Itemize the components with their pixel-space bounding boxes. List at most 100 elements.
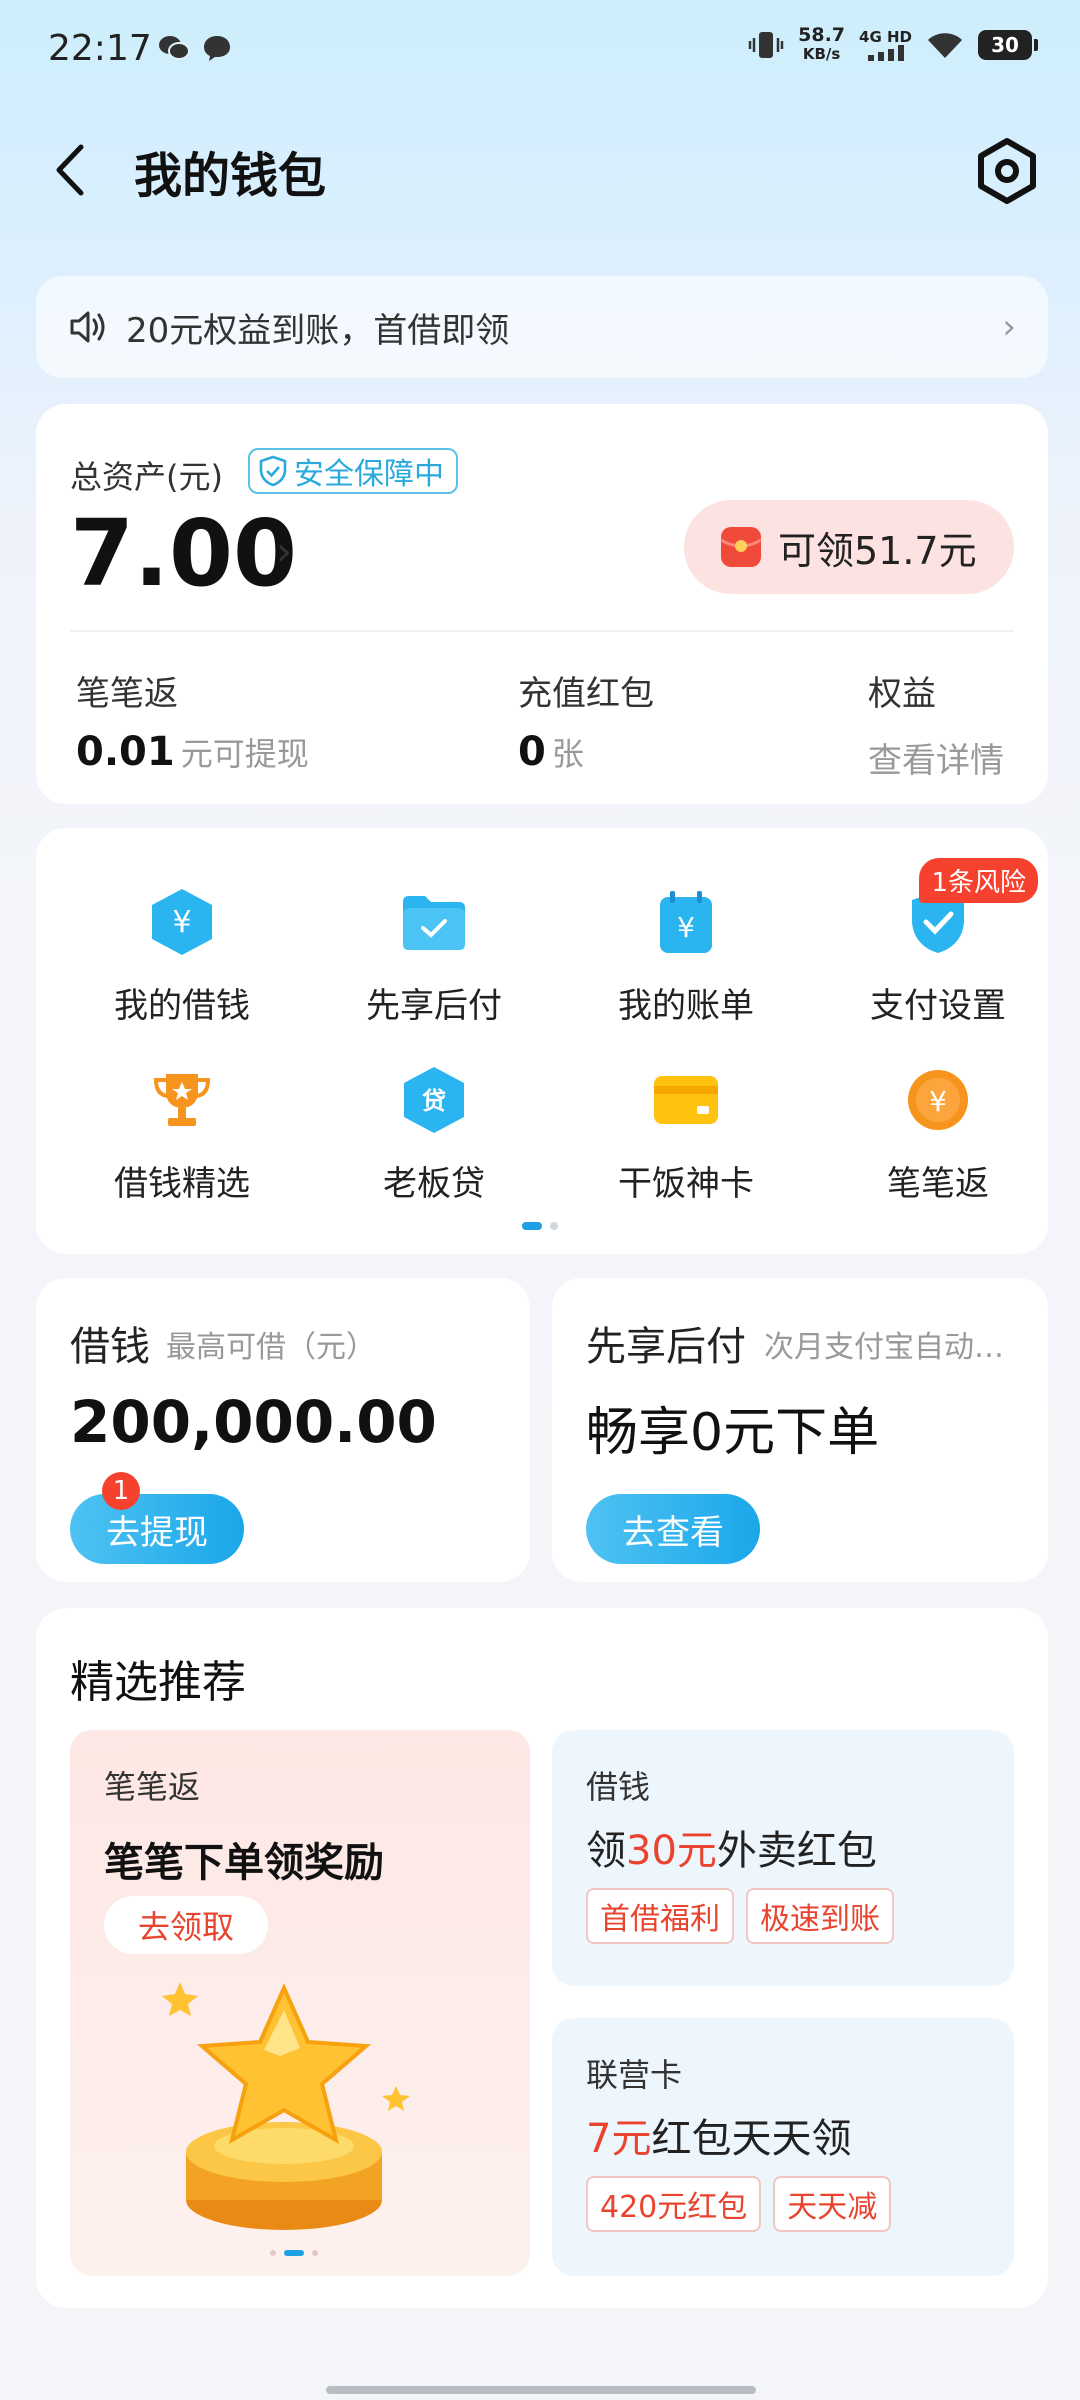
service-my-loan[interactable]: ¥ 我的借钱 — [72, 884, 292, 1027]
service-my-bill[interactable]: ¥ 我的账单 — [576, 884, 796, 1027]
loan-amount: 200,000.00 — [70, 1388, 437, 1456]
service-label: 支付设置 — [870, 986, 1006, 1026]
stat-cashback[interactable]: 笔笔返 0.01 元可提现 — [76, 666, 309, 775]
svg-text:¥: ¥ — [677, 911, 695, 944]
settings-button[interactable] — [970, 134, 1044, 208]
loan-subtitle: 最高可借（元） — [166, 1330, 376, 1365]
rec-title-prefix: 领 — [586, 1828, 626, 1874]
page-indicator — [522, 1222, 558, 1230]
notice-bar[interactable]: 20元权益到账，首借即领 › — [36, 276, 1048, 378]
rec-category: 联营卡 — [586, 2056, 683, 2094]
rec-title-highlight: 30元 — [626, 1828, 717, 1874]
page-dot — [270, 2250, 276, 2256]
message-icon — [204, 36, 230, 61]
trophy-icon — [144, 1062, 220, 1138]
total-assets-label: 总资产(元) — [70, 458, 223, 496]
loan-dai-icon: 贷 — [396, 1062, 472, 1138]
service-label: 先享后付 — [366, 986, 502, 1026]
rec-category: 借钱 — [586, 1768, 651, 1806]
claim-button[interactable]: 去领取 — [104, 1896, 268, 1954]
star-coin-icon — [162, 1982, 410, 2230]
banner-title: 笔笔下单领奖励 — [104, 1840, 384, 1886]
stat-benefits[interactable]: 权益 查看详情 — [868, 666, 1004, 782]
service-cashback[interactable]: ¥ 笔笔返 — [828, 1062, 1048, 1205]
rec-tags: 首借福利 极速到账 — [586, 1888, 894, 1944]
recommend-title: 精选推荐 — [70, 1657, 246, 1708]
notification-badge: 1 — [102, 1472, 140, 1510]
rec-title-suffix: 红包天天领 — [651, 2116, 852, 2162]
recommend-loan-card[interactable]: 借钱 领30元外卖红包 首借福利 极速到账 — [552, 1730, 1014, 1986]
svg-text:贷: 贷 — [422, 1087, 446, 1115]
signal-bars-icon — [867, 45, 904, 61]
rec-tag: 420元红包 — [586, 2176, 762, 2232]
stat-recharge-redpacket[interactable]: 充值红包 0张 — [518, 666, 654, 775]
service-boss-loan[interactable]: 贷 老板贷 — [324, 1062, 544, 1205]
status-notification-icons — [158, 34, 232, 62]
withdraw-button[interactable]: 去提现 — [70, 1494, 244, 1564]
stat-value-row: 0.01 元可提现 — [76, 729, 309, 775]
banner-category: 笔笔返 — [104, 1768, 201, 1806]
bnpl-card[interactable]: 先享后付 次月支付宝自动… 畅享0元下单 去查看 — [552, 1278, 1048, 1582]
loan-hexagon-icon: ¥ — [144, 884, 220, 960]
svg-text:¥: ¥ — [172, 905, 191, 940]
rec-tag: 首借福利 — [586, 1888, 734, 1944]
recommend-cobrand-card[interactable]: 联营卡 7元红包天天领 420元红包 天天减 — [552, 2018, 1014, 2276]
service-meal-card[interactable]: 干饭神卡 — [576, 1062, 796, 1205]
view-details-link[interactable]: 查看详情 — [868, 733, 1004, 782]
rec-tags: 420元红包 天天减 — [586, 2176, 892, 2232]
stat-unit: 元可提现 — [180, 735, 309, 773]
view-button[interactable]: 去查看 — [586, 1494, 760, 1564]
service-label: 我的账单 — [618, 986, 754, 1026]
page-dot — [550, 1222, 558, 1230]
bnpl-subtitle: 次月支付宝自动… — [764, 1330, 1004, 1365]
page-dot-active — [284, 2250, 304, 2256]
speaker-icon — [70, 311, 105, 343]
settings-hexagon-icon — [978, 138, 1036, 204]
service-label: 笔笔返 — [887, 1164, 989, 1204]
service-bnpl[interactable]: 先享后付 — [324, 884, 544, 1027]
recommend-cashback-banner[interactable]: 笔笔返 笔笔下单领奖励 去领取 — [70, 1730, 530, 2276]
secure-badge[interactable]: 安全保障中 — [248, 448, 458, 494]
rec-title: 7元红包天天领 — [586, 2106, 851, 2164]
service-label: 干饭神卡 — [618, 1164, 754, 1204]
chevron-right-icon: › — [1002, 307, 1016, 347]
stat-unit: 张 — [551, 735, 584, 773]
assets-card: 总资产(元) 安全保障中 7.00 › 可领51.7元 笔笔返 0.01 元可提现… — [36, 404, 1048, 804]
speed-value: 58.7 — [798, 24, 846, 46]
home-indicator[interactable] — [326, 2386, 756, 2394]
notice-text: 20元权益到账，首借即领 — [126, 310, 510, 351]
total-assets-value[interactable]: 7.00 — [70, 500, 297, 607]
back-button[interactable] — [40, 138, 100, 202]
risk-badge: 1条风险 — [919, 858, 1038, 903]
battery-icon: 30 — [978, 30, 1038, 60]
stat-label: 笔笔返 — [76, 674, 178, 714]
rec-title-highlight: 7元 — [586, 2116, 652, 2162]
service-label: 老板贷 — [383, 1164, 485, 1204]
page-title: 我的钱包 — [134, 148, 327, 204]
loan-card[interactable]: 借钱 最高可借（元） 200,000.00 去提现 1 — [36, 1278, 530, 1582]
service-loan-selection[interactable]: 借钱精选 — [72, 1062, 292, 1205]
wifi-icon — [928, 33, 962, 58]
stat-value: 0 — [518, 729, 546, 775]
divider — [70, 630, 1014, 632]
recommend-card: 精选推荐 笔笔返 笔笔下单领奖励 去领取 借钱 领30元外卖红包 首借福利 极速… — [36, 1608, 1048, 2308]
folder-check-icon — [396, 884, 472, 960]
yuan-coin-icon: ¥ — [900, 1062, 976, 1138]
stat-value-row: 0张 — [518, 729, 654, 775]
vibrate-icon — [748, 32, 784, 58]
claim-reward-button[interactable]: 可领51.7元 — [684, 500, 1014, 594]
speed-unit: KB/s — [802, 45, 841, 63]
bill-calendar-icon: ¥ — [648, 884, 724, 960]
page-dot — [312, 2250, 318, 2256]
status-right: 58.7 KB/s 4G HD 30 — [748, 24, 1038, 64]
chevron-right-icon[interactable]: › — [276, 529, 292, 575]
header: 我的钱包 — [0, 120, 1080, 220]
page-dot-active — [522, 1222, 542, 1230]
status-bar: 22:17 58.7 KB/s 4G HD 30 — [0, 0, 1080, 100]
secure-badge-text: 安全保障中 — [294, 457, 444, 492]
service-payment-settings[interactable]: 支付设置 — [828, 884, 1048, 1027]
card-icon — [648, 1062, 724, 1138]
stat-label: 充值红包 — [518, 674, 654, 714]
stat-value: 0.01 — [76, 729, 175, 775]
services-card: ¥ 我的借钱 先享后付 ¥ 我的账单 支付设置 1条风险 借钱精选 贷 老板贷 — [36, 828, 1048, 1254]
